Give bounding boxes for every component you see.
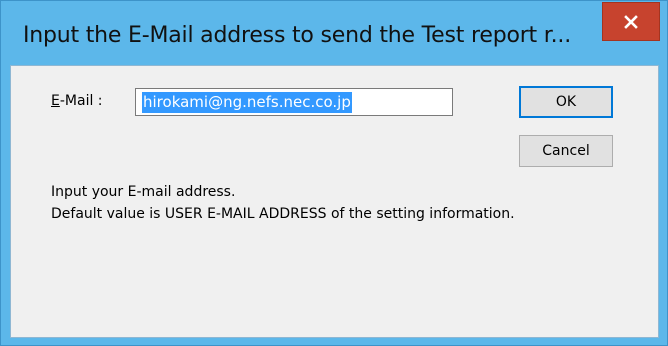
ok-button[interactable]: OK: [519, 86, 613, 118]
email-label-text: -Mail :: [59, 93, 103, 109]
title-bar[interactable]: Input the E-Mail address to send the Tes…: [1, 1, 667, 65]
close-icon: [624, 14, 638, 29]
window-title: Input the E-Mail address to send the Tes…: [23, 23, 571, 48]
dialog-body: E-Mail : hirokami@ng.nefs.nec.co.jp OK C…: [10, 65, 659, 338]
email-label-accesskey: E: [51, 93, 60, 109]
close-button[interactable]: [602, 2, 660, 41]
email-input-value: hirokami@ng.nefs.nec.co.jp: [142, 91, 352, 113]
instruction-text: Input your E-mail address.: [51, 184, 236, 200]
default-value-text: Default value is USER E-MAIL ADDRESS of …: [51, 206, 515, 222]
email-label: E-Mail :: [51, 93, 103, 109]
cancel-button[interactable]: Cancel: [519, 135, 613, 167]
dialog-window: Input the E-Mail address to send the Tes…: [0, 0, 668, 346]
email-input[interactable]: hirokami@ng.nefs.nec.co.jp: [135, 88, 453, 116]
